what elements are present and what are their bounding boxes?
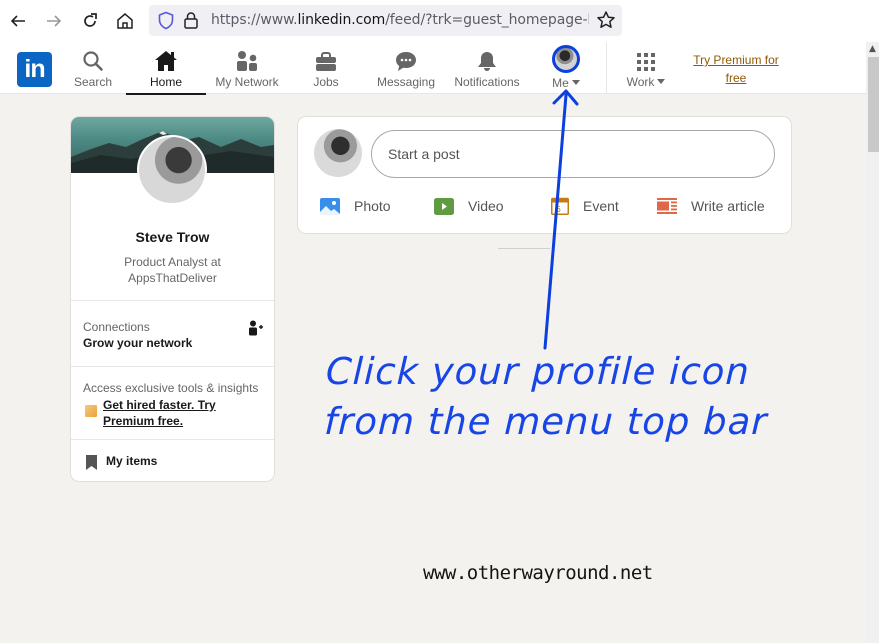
briefcase-icon <box>316 52 336 71</box>
home-icon <box>155 51 177 71</box>
back-icon <box>10 15 25 27</box>
me-avatar[interactable] <box>552 45 580 73</box>
premium-line-2: free <box>725 71 747 85</box>
premium-badge-icon <box>85 405 97 417</box>
home-icon <box>117 13 133 29</box>
annotation-line-1: Click your profile icon <box>325 350 751 393</box>
grid-icon <box>637 53 655 71</box>
chevron-down-icon <box>657 79 666 84</box>
nav-me-label: Me <box>552 76 580 90</box>
annotation-text: Click your profile icon from the menu to… <box>323 347 776 447</box>
post-action-video[interactable]: Video <box>434 195 504 217</box>
nav-my-network[interactable]: My Network <box>210 46 284 94</box>
nav-search[interactable]: Search <box>73 46 113 94</box>
article-icon <box>657 198 677 214</box>
post-action-label: Write article <box>691 198 765 214</box>
post-action-event[interactable]: 5 Event <box>551 195 619 217</box>
nav-label: Work <box>626 75 655 89</box>
forward-icon <box>47 15 62 27</box>
messaging-icon <box>396 52 416 71</box>
forward-button[interactable] <box>41 8 67 34</box>
profile-photo[interactable] <box>137 135 207 205</box>
scroll-up-arrow-icon[interactable]: ▲ <box>866 42 879 56</box>
home-button[interactable] <box>112 8 138 34</box>
url-path: /feed/?trk=guest_homepage-basic_n <box>385 12 589 28</box>
share-box: Start a post Photo Video 5 Event Write a… <box>298 117 791 233</box>
bell-icon <box>478 52 496 71</box>
post-action-article[interactable]: Write article <box>657 195 765 217</box>
linkedin-logo[interactable]: in <box>17 52 52 87</box>
divider <box>71 366 274 367</box>
nav-home[interactable]: Home <box>126 46 206 95</box>
bookmark-star-icon[interactable] <box>596 10 616 30</box>
lock-icon <box>184 12 198 29</box>
nav-notifications[interactable]: Notifications <box>451 46 523 94</box>
post-avatar <box>314 129 362 177</box>
nav-label: Jobs <box>313 75 339 89</box>
nav-label: Messaging <box>376 75 436 89</box>
my-items-link[interactable]: My items <box>106 454 157 468</box>
network-icon <box>237 51 257 71</box>
watermark: www.otherwayround.net <box>423 562 653 584</box>
svg-text:5: 5 <box>556 205 561 214</box>
back-button[interactable] <box>5 8 31 34</box>
event-icon: 5 <box>551 197 569 215</box>
page-scrollbar[interactable]: ▲ <box>866 42 879 643</box>
chevron-down-icon <box>571 80 580 85</box>
try-premium-link[interactable]: Try Premium for free <box>690 51 782 87</box>
url-prefix: https://www. <box>211 12 298 28</box>
photo-icon <box>320 197 340 215</box>
shield-icon <box>158 11 174 30</box>
nav-label: Notifications <box>454 75 520 89</box>
nav-divider <box>606 42 607 94</box>
video-icon <box>434 197 454 215</box>
nav-label: My Network <box>215 75 279 89</box>
post-action-photo[interactable]: Photo <box>320 195 391 217</box>
nav-work[interactable]: Work <box>622 46 670 94</box>
annotation-line-2: from the menu top bar <box>323 400 769 443</box>
nav-messaging[interactable]: Messaging <box>376 46 436 94</box>
reload-icon <box>84 13 97 27</box>
start-post-button[interactable]: Start a post <box>371 130 775 178</box>
scroll-thumb[interactable] <box>868 57 879 152</box>
nav-label: Home <box>149 75 182 89</box>
profile-headline: Product Analyst at AppsThatDeliver <box>124 255 221 285</box>
feed-sort-divider <box>498 248 550 249</box>
bookmark-icon <box>86 455 97 470</box>
grow-network-link[interactable]: Grow your network <box>83 336 192 350</box>
url-domain: linkedin.com <box>297 12 386 28</box>
nav-work-label: Work <box>627 75 666 89</box>
search-icon <box>83 51 103 71</box>
divider <box>71 439 274 440</box>
start-post-placeholder: Start a post <box>388 146 460 162</box>
post-action-label: Event <box>583 198 619 214</box>
connections-label[interactable]: Connections <box>83 320 150 334</box>
nav-jobs[interactable]: Jobs <box>306 46 346 94</box>
premium-access-text: Access exclusive tools & insights <box>83 381 259 395</box>
address-bar[interactable]: https://www.linkedin.com/feed/?trk=guest… <box>149 5 622 36</box>
nav-label: Me <box>552 76 569 90</box>
linkedin-global-nav: in Search Home My Network Jobs Messaging… <box>0 42 866 95</box>
divider <box>71 300 274 301</box>
premium-cta-link[interactable]: Get hired faster. Try Premium free. <box>103 397 263 429</box>
post-action-label: Photo <box>354 198 391 214</box>
reload-button[interactable] <box>77 8 103 34</box>
nav-label: Search <box>73 75 113 89</box>
premium-line-1: Try Premium for <box>693 53 779 67</box>
profile-card: Steve Trow Product Analyst at AppsThatDe… <box>71 117 274 481</box>
profile-name[interactable]: Steve Trow <box>71 229 274 245</box>
url-text[interactable]: https://www.linkedin.com/feed/?trk=guest… <box>211 12 589 28</box>
nav-me[interactable]: Me <box>545 45 587 94</box>
post-action-label: Video <box>468 198 504 214</box>
browser-toolbar: https://www.linkedin.com/feed/?trk=guest… <box>0 0 879 42</box>
add-connection-icon[interactable] <box>248 320 264 336</box>
